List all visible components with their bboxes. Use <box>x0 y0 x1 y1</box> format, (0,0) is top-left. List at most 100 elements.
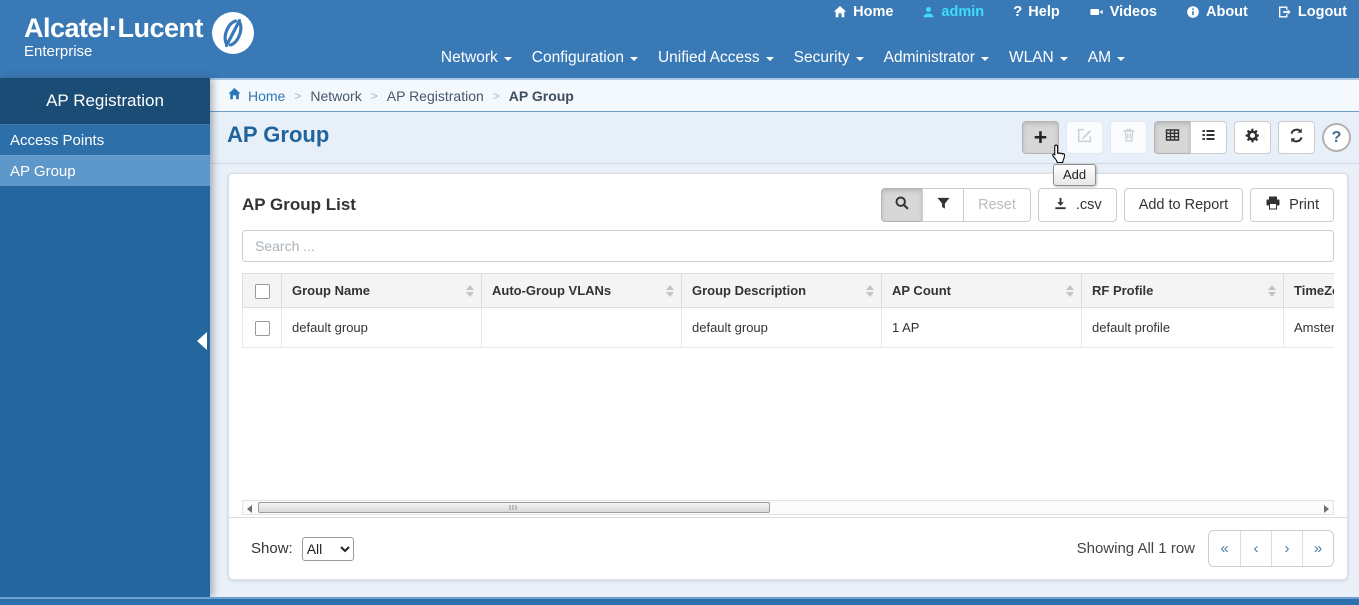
sidebar: AP Registration Access Points AP Group <box>0 78 210 597</box>
column-ap-count[interactable]: AP Count <box>881 273 1082 308</box>
search-input[interactable] <box>242 230 1334 262</box>
column-group-name[interactable]: Group Name <box>281 273 482 308</box>
showing-text: Showing All 1 row <box>1076 540 1195 557</box>
utility-admin-label: admin <box>941 3 985 20</box>
add-button[interactable]: + <box>1022 121 1059 154</box>
first-page-button[interactable]: « <box>1209 531 1240 566</box>
search-filter-group: Reset <box>881 188 1031 222</box>
column-group-description[interactable]: Group Description <box>681 273 882 308</box>
refresh-button[interactable] <box>1278 121 1315 154</box>
sort-icon[interactable] <box>1066 284 1074 297</box>
home-icon <box>833 5 847 19</box>
scrollbar-thumb[interactable] <box>258 502 770 513</box>
breadcrumb-separator: > <box>492 88 500 103</box>
table-viewport: Group Name Auto-Group VLANs Group Descri… <box>242 273 1334 500</box>
list-icon <box>1200 127 1217 148</box>
sidebar-item-access-points[interactable]: Access Points <box>0 124 210 155</box>
logout-icon <box>1277 5 1292 19</box>
top-header: Alcatel·Lucent Enterprise Home admin ? H… <box>0 0 1359 78</box>
sort-icon[interactable] <box>466 284 474 297</box>
utility-home-link[interactable]: Home <box>833 4 893 20</box>
cell-auto-group-vlans <box>481 307 682 348</box>
sort-icon[interactable] <box>666 284 674 297</box>
grid-view-button[interactable] <box>1154 121 1191 154</box>
utility-help-label: Help <box>1028 3 1060 20</box>
chevron-down-icon <box>1059 57 1068 61</box>
cell-group-description: default group <box>681 307 882 348</box>
chevron-down-icon <box>855 57 864 61</box>
add-tooltip: Add <box>1053 164 1097 186</box>
question-icon: ? <box>1331 128 1342 146</box>
print-button[interactable]: Print <box>1250 188 1334 222</box>
utility-about-label: About <box>1206 3 1248 20</box>
nav-network[interactable]: Network <box>441 49 512 67</box>
nav-am[interactable]: AM <box>1088 49 1125 67</box>
nav-administrator[interactable]: Administrator <box>884 49 989 67</box>
add-to-report-button[interactable]: Add to Report <box>1123 188 1244 222</box>
nav-configuration[interactable]: Configuration <box>532 49 638 67</box>
brand-logo: Alcatel·Lucent Enterprise <box>24 12 255 61</box>
utility-admin-link[interactable]: admin <box>922 4 984 20</box>
chevron-down-icon <box>980 57 989 61</box>
cell-ap-count: 1 AP <box>881 307 1082 348</box>
list-view-button[interactable] <box>1190 121 1227 154</box>
help-button[interactable]: ? <box>1322 123 1351 152</box>
column-timezone[interactable]: TimeZone <box>1283 273 1334 308</box>
list-actions: Reset .csv Add to Report Print <box>881 188 1334 222</box>
next-page-button[interactable]: › <box>1271 531 1302 566</box>
sidebar-item-ap-group[interactable]: AP Group <box>0 155 210 186</box>
nav-unified-access[interactable]: Unified Access <box>658 49 774 67</box>
horizontal-scrollbar[interactable] <box>242 500 1334 515</box>
page-title: AP Group <box>227 122 330 147</box>
settings-button[interactable] <box>1234 121 1271 154</box>
utility-help-link[interactable]: ? Help <box>1013 3 1060 20</box>
csv-export-button[interactable]: .csv <box>1037 188 1117 222</box>
pencil-icon <box>1076 127 1093 149</box>
filter-icon <box>936 196 951 215</box>
utility-videos-label: Videos <box>1109 3 1157 20</box>
search-button[interactable] <box>881 188 924 222</box>
table-row[interactable]: default group default group 1 AP default… <box>242 307 1334 348</box>
utility-nav: Home admin ? Help Videos About Logout <box>833 3 1347 20</box>
breadcrumb-home-link[interactable]: Home <box>227 87 285 104</box>
refresh-icon <box>1288 127 1305 149</box>
reset-button[interactable]: Reset <box>963 188 1031 222</box>
breadcrumb-network-link[interactable]: Network <box>310 88 361 104</box>
cell-group-name: default group <box>281 307 482 348</box>
utility-videos-link[interactable]: Videos <box>1089 4 1157 20</box>
list-title: AP Group List <box>242 195 356 214</box>
printer-icon <box>1265 195 1281 215</box>
gear-icon <box>1244 127 1261 149</box>
column-rf-profile[interactable]: RF Profile <box>1081 273 1284 308</box>
scroll-left-icon[interactable] <box>247 504 252 513</box>
user-icon <box>922 5 935 19</box>
info-icon <box>1186 5 1200 19</box>
chevron-down-icon <box>1117 57 1125 61</box>
download-icon <box>1053 196 1068 215</box>
select-all-checkbox[interactable] <box>254 283 270 299</box>
chevron-down-icon <box>629 57 638 61</box>
nav-security[interactable]: Security <box>794 49 864 67</box>
scrollbar-grip <box>509 505 519 510</box>
ap-group-list-card: AP Group List Reset .csv Add to Report P… <box>228 173 1348 580</box>
sort-icon[interactable] <box>866 284 874 297</box>
utility-about-link[interactable]: About <box>1186 4 1248 20</box>
filter-button[interactable] <box>922 188 965 222</box>
prev-page-button[interactable]: ‹ <box>1240 531 1271 566</box>
show-select[interactable]: All <box>301 536 354 561</box>
delete-button[interactable] <box>1110 121 1147 154</box>
grid-icon <box>1164 127 1181 148</box>
sidebar-collapse-icon[interactable] <box>197 332 207 350</box>
table-header-row: Group Name Auto-Group VLANs Group Descri… <box>242 273 1334 308</box>
column-auto-group-vlans[interactable]: Auto-Group VLANs <box>481 273 682 308</box>
edit-button[interactable] <box>1066 121 1103 154</box>
last-page-button[interactable]: » <box>1302 531 1333 566</box>
nav-wlan[interactable]: WLAN <box>1009 49 1068 67</box>
chevron-down-icon <box>765 57 774 61</box>
utility-logout-link[interactable]: Logout <box>1277 4 1347 20</box>
row-checkbox[interactable] <box>254 320 270 336</box>
breadcrumb-ap-registration-link[interactable]: AP Registration <box>387 88 484 104</box>
scroll-right-icon[interactable] <box>1324 504 1329 513</box>
breadcrumb-current: AP Group <box>508 87 574 104</box>
sort-icon[interactable] <box>1268 284 1276 297</box>
